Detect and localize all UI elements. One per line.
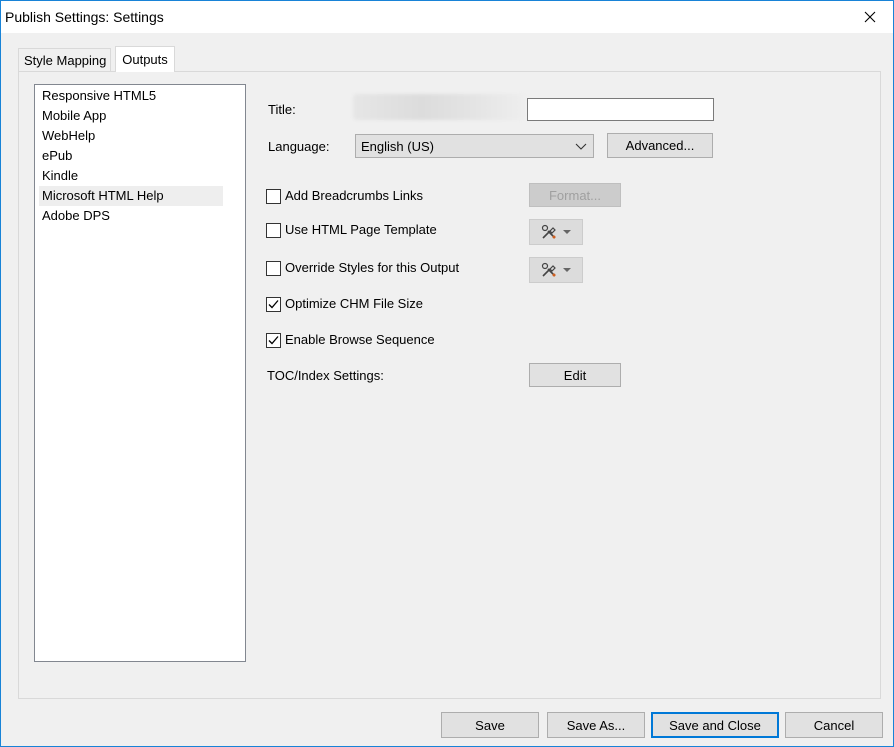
language-value: English (US) — [361, 138, 434, 154]
browse-sequence-label[interactable]: Enable Browse Sequence — [285, 332, 435, 347]
close-icon — [864, 11, 876, 23]
list-item-kindle[interactable]: Kindle — [39, 166, 223, 186]
override-styles-label[interactable]: Override Styles for this Output — [285, 260, 459, 275]
toc-index-label: TOC/Index Settings: — [267, 368, 384, 383]
output-list[interactable]: Responsive HTML5 Mobile App WebHelp ePub… — [34, 84, 246, 662]
list-item-webhelp[interactable]: WebHelp — [39, 126, 223, 146]
title-input[interactable] — [527, 98, 714, 121]
breadcrumbs-checkbox[interactable] — [266, 189, 281, 204]
page-template-label[interactable]: Use HTML Page Template — [285, 222, 437, 237]
page-template-tools-button[interactable] — [529, 219, 583, 245]
close-button[interactable] — [847, 1, 893, 33]
edit-button[interactable]: Edit — [529, 363, 621, 387]
window-title: Publish Settings: Settings — [5, 9, 164, 25]
chevron-down-icon — [563, 230, 571, 234]
tools-icon — [541, 224, 556, 239]
language-select[interactable]: English (US) — [355, 134, 594, 158]
save-as-button[interactable]: Save As... — [547, 712, 645, 738]
advanced-button[interactable]: Advanced... — [607, 133, 713, 158]
list-item-epub[interactable]: ePub — [39, 146, 223, 166]
browse-sequence-checkbox[interactable] — [266, 333, 281, 348]
publish-settings-dialog: Publish Settings: Settings Style Mapping… — [0, 0, 894, 747]
chevron-down-icon — [575, 143, 587, 150]
format-button[interactable]: Format... — [529, 183, 621, 207]
redacted-title-area — [353, 94, 525, 120]
tab-style-mapping[interactable]: Style Mapping — [18, 48, 112, 71]
checkmark-icon — [268, 300, 279, 309]
tools-icon — [541, 262, 556, 277]
list-item-adobe-dps[interactable]: Adobe DPS — [39, 206, 223, 226]
page-template-checkbox[interactable] — [266, 223, 281, 238]
chevron-down-icon — [563, 268, 571, 272]
optimize-chm-label[interactable]: Optimize CHM File Size — [285, 296, 423, 311]
override-styles-checkbox[interactable] — [266, 261, 281, 276]
list-item-mobile-app[interactable]: Mobile App — [39, 106, 223, 126]
checkmark-icon — [268, 336, 279, 345]
list-item-microsoft-html-help[interactable]: Microsoft HTML Help — [39, 186, 223, 206]
optimize-chm-checkbox[interactable] — [266, 297, 281, 312]
title-bar: Publish Settings: Settings — [1, 1, 893, 33]
cancel-button[interactable]: Cancel — [785, 712, 883, 738]
save-and-close-button[interactable]: Save and Close — [651, 712, 779, 738]
save-button[interactable]: Save — [441, 712, 539, 738]
list-item-responsive-html5[interactable]: Responsive HTML5 — [39, 86, 223, 106]
language-label: Language: — [268, 139, 330, 154]
tab-outputs[interactable]: Outputs — [115, 46, 175, 72]
title-label: Title: — [268, 102, 296, 117]
override-styles-tools-button[interactable] — [529, 257, 583, 283]
breadcrumbs-label[interactable]: Add Breadcrumbs Links — [285, 188, 423, 203]
